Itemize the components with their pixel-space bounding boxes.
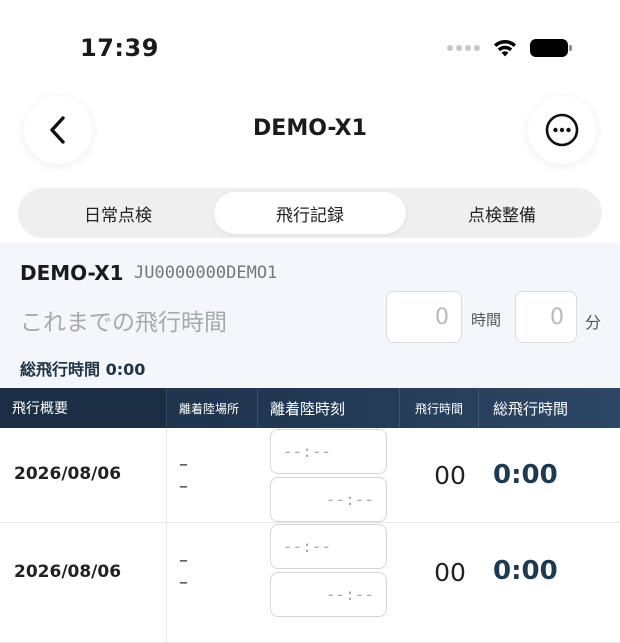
- flight-time-value: 00: [434, 558, 466, 587]
- previous-minutes-input[interactable]: 0: [515, 291, 577, 343]
- flight-date: 2026/08/06: [14, 464, 122, 484]
- aircraft-name: DEMO-X1: [20, 261, 124, 285]
- wifi-icon: [494, 40, 516, 57]
- header-flight-summary: 飛行概要: [0, 388, 167, 428]
- tab-daily-inspection[interactable]: 日常点検: [22, 192, 214, 234]
- minutes-unit-label: 分: [585, 313, 602, 332]
- departure-place: –: [179, 550, 188, 571]
- flight-date: 2026/08/06: [14, 562, 122, 582]
- tab-flight-log[interactable]: 飛行記録: [214, 192, 406, 234]
- segmented-control: 日常点検 飛行記録 点検整備: [18, 188, 602, 238]
- signal-dots-icon: [447, 45, 480, 51]
- arrival-place: –: [179, 476, 188, 497]
- departure-place: –: [179, 454, 188, 475]
- column-divider: [166, 428, 167, 522]
- nav-bar: DEMO-X1: [0, 92, 620, 172]
- aircraft-panel: DEMO-X1 JU0000000DEMO1 これまでの飛行時間 0 時間 0 …: [0, 243, 620, 388]
- header-takeoff-landing-time: 離着陸時刻: [258, 388, 400, 428]
- status-bar: 17:39: [0, 0, 620, 90]
- header-flight-time: 飛行時間: [400, 388, 479, 428]
- previous-flight-time-label: これまでの飛行時間: [20, 310, 227, 336]
- total-time-value: 0:00: [493, 556, 558, 586]
- header-airport: 離着陸場所: [167, 388, 258, 428]
- more-button[interactable]: [528, 96, 596, 164]
- table-header: 飛行概要 離着陸場所 離着陸時刻 飛行時間 総飛行時間: [0, 388, 620, 428]
- ellipsis-circle-icon: [545, 113, 579, 147]
- tab-maintenance[interactable]: 点検整備: [406, 192, 598, 234]
- header-total-flight-time: 総飛行時間: [493, 399, 569, 418]
- aircraft-registration: JU0000000DEMO1: [134, 263, 278, 283]
- page-title: DEMO-X1: [253, 116, 367, 141]
- table-row[interactable]: 2026/08/06 – – --:-- --:-- 00 0:00: [0, 524, 620, 643]
- total-time-value: 0:00: [493, 460, 558, 490]
- previous-hours-input[interactable]: 0: [386, 291, 462, 343]
- departure-time-input[interactable]: --:--: [270, 524, 387, 569]
- column-divider: [166, 524, 167, 642]
- status-icons: [447, 38, 572, 58]
- arrival-time-input[interactable]: --:--: [270, 477, 387, 522]
- flight-time-value: 00: [434, 461, 466, 490]
- status-time: 17:39: [80, 34, 159, 62]
- hours-unit-label: 時間: [471, 311, 502, 329]
- arrival-place: –: [179, 572, 188, 593]
- battery-icon: [530, 39, 572, 57]
- table-row[interactable]: 2026/08/06 – – --:-- --:-- 00 0:00: [0, 428, 620, 523]
- arrival-time-input[interactable]: --:--: [270, 572, 387, 617]
- total-flight-time-label: 総飛行時間 0:00: [20, 360, 146, 379]
- departure-time-input[interactable]: --:--: [270, 429, 387, 474]
